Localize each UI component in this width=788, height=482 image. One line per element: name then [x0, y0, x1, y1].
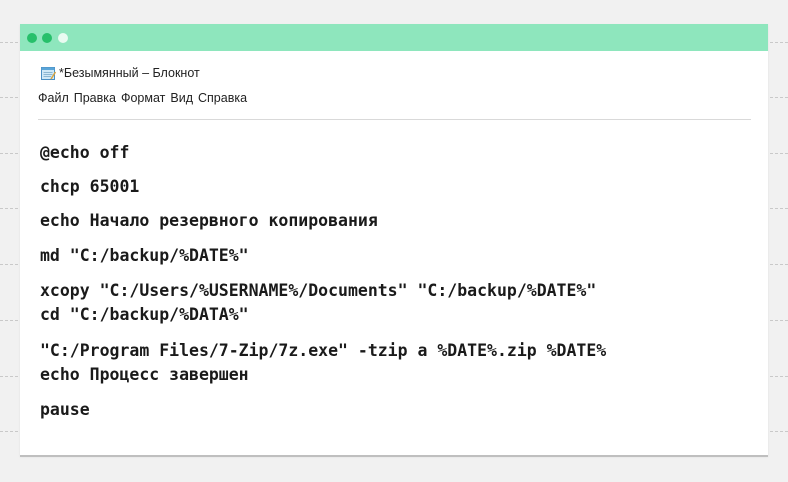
window-bottom-edge	[20, 455, 768, 457]
code-line: "C:/Program Files/7-Zip/7z.exe" -tzip a …	[40, 341, 607, 360]
code-line: md "C:/backup/%DATE%"	[40, 246, 249, 265]
code-line: echo Процесс завершен	[40, 365, 249, 384]
menu-divider	[38, 119, 751, 120]
minimize-dot-icon[interactable]	[42, 33, 52, 43]
menu-format[interactable]: Формат	[121, 91, 165, 109]
window-titlebar[interactable]	[20, 24, 768, 51]
code-line: @echo off	[40, 143, 130, 162]
menu-file[interactable]: Файл	[38, 91, 69, 109]
code-line: cd "C:/backup/%DATA%"	[40, 305, 249, 324]
maximize-dot-icon[interactable]	[58, 33, 68, 43]
app-title-row: *Безымянный – Блокнот	[40, 64, 200, 82]
text-editor[interactable]: @echo off chcp 65001 echo Начало резервн…	[40, 134, 752, 434]
menu-edit[interactable]: Правка	[74, 91, 116, 109]
menu-help[interactable]: Справка	[198, 91, 247, 109]
notepad-window: *Безымянный – Блокнот Файл Правка Формат…	[20, 24, 768, 456]
code-line: echo Начало резервного копирования	[40, 211, 378, 230]
code-line: xcopy "C:/Users/%USERNAME%/Documents" "C…	[40, 281, 597, 300]
notepad-icon	[40, 66, 57, 81]
menu-bar: Файл Правка Формат Вид Справка	[38, 91, 247, 109]
window-title: *Безымянный – Блокнот	[59, 66, 200, 80]
code-line: pause	[40, 400, 90, 419]
code-line: chcp 65001	[40, 177, 140, 196]
menu-view[interactable]: Вид	[170, 91, 193, 109]
close-dot-icon[interactable]	[27, 33, 37, 43]
